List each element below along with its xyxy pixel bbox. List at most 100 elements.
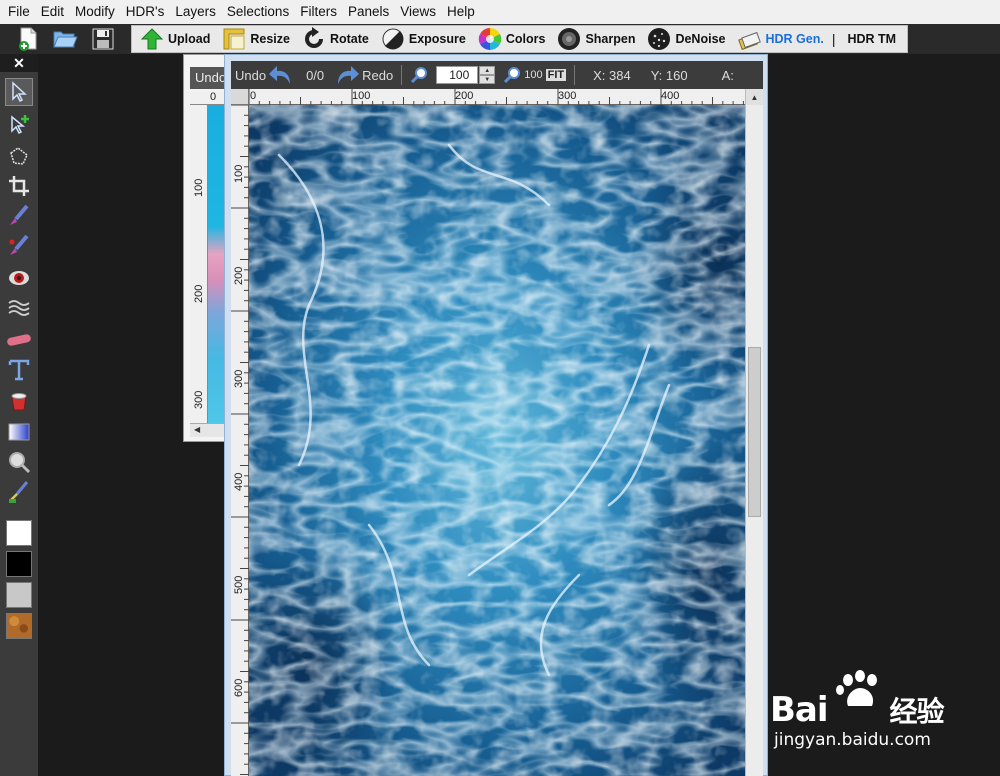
- zoom-tool[interactable]: [5, 448, 33, 476]
- scroll-left-icon[interactable]: ◀: [194, 425, 200, 434]
- tool-panel: ✕: [0, 54, 38, 776]
- gray-color-swatch[interactable]: [6, 582, 32, 608]
- select-tool[interactable]: [5, 78, 33, 106]
- color-brush-icon: [9, 234, 29, 255]
- text-tool[interactable]: [5, 356, 33, 384]
- upload-label: Upload: [168, 32, 211, 46]
- toolbar-separator: |: [831, 31, 836, 47]
- hdr-tm-label: HDR TM: [847, 32, 897, 46]
- hdr-gen-button[interactable]: HDR Gen.: [737, 26, 824, 52]
- upload-button[interactable]: Upload: [140, 26, 210, 52]
- zoom-down-icon[interactable]: ▼: [479, 75, 496, 84]
- hdr-tm-button[interactable]: HDR TM: [843, 26, 896, 52]
- eraser-tool[interactable]: [5, 326, 33, 354]
- eyedropper-tool[interactable]: [5, 478, 33, 506]
- close-icon: ✕: [13, 54, 25, 71]
- lasso-icon: [10, 147, 28, 165]
- pattern-swatch[interactable]: [6, 613, 32, 639]
- menu-file[interactable]: File: [4, 0, 37, 24]
- ruler-label: 400: [661, 90, 680, 102]
- zoom-out-icon[interactable]: [503, 66, 521, 84]
- crop-tool[interactable]: [5, 172, 33, 200]
- undo-button[interactable]: Undo: [235, 68, 266, 83]
- arrow-pointer-icon: [12, 81, 27, 103]
- save-file-button[interactable]: [89, 26, 117, 52]
- ruler-label: 300: [233, 369, 245, 388]
- denoise-icon: [648, 28, 671, 50]
- text-t-icon: [8, 359, 30, 381]
- gradient-tool[interactable]: [5, 418, 33, 446]
- image-window[interactable]: Undo 0/0 Redo ▲ ▼ 100 FIT X: 384 Y: 160 …: [224, 54, 768, 776]
- add-selection-tool[interactable]: [5, 110, 33, 138]
- exposure-icon: [382, 28, 404, 50]
- exposure-label: Exposure: [408, 32, 466, 46]
- menu-bar: File Edit Modify HDR's Layers Selections…: [0, 0, 1000, 24]
- new-file-icon: [19, 27, 37, 51]
- menu-panels[interactable]: Panels: [344, 0, 396, 24]
- floppy-save-icon: [92, 28, 114, 50]
- foreground-color-swatch[interactable]: [6, 520, 32, 546]
- resize-label: Resize: [250, 32, 290, 46]
- action-toolbar: Upload Resize Rotate Exposure Colors Sha…: [131, 25, 908, 53]
- ruler-label: 0: [210, 91, 217, 103]
- sharpen-button[interactable]: Sharpen: [557, 26, 635, 52]
- menu-modify[interactable]: Modify: [71, 0, 122, 24]
- eraser-icon: [7, 334, 31, 346]
- zoom-100-button[interactable]: 100: [524, 69, 542, 81]
- background-color-swatch[interactable]: [6, 551, 32, 577]
- red-eye-tool[interactable]: [5, 264, 33, 292]
- new-file-button[interactable]: [14, 26, 42, 52]
- scroll-up-icon[interactable]: ▲: [746, 89, 763, 105]
- menu-views[interactable]: Views: [396, 0, 443, 24]
- menu-edit[interactable]: Edit: [37, 0, 71, 24]
- undo-arrow-icon[interactable]: [268, 64, 294, 86]
- ruler-label: 600: [233, 678, 245, 697]
- menu-selections[interactable]: Selections: [223, 0, 296, 24]
- menu-hdrs[interactable]: HDR's: [122, 0, 172, 24]
- canvas-area: 0 100 200 300 400 100 200 300 400 500 60…: [231, 89, 763, 776]
- brush-tool[interactable]: [5, 202, 33, 230]
- zoom-up-icon[interactable]: ▲: [479, 66, 496, 75]
- sharpen-icon: [558, 28, 581, 50]
- close-panel-button[interactable]: ✕: [0, 54, 38, 72]
- sharpen-label: Sharpen: [585, 32, 636, 46]
- eyedropper-icon: [9, 481, 29, 503]
- gradient-icon: [8, 423, 30, 441]
- denoise-button[interactable]: DeNoise: [647, 26, 725, 52]
- main-toolbar: Upload Resize Rotate Exposure Colors Sha…: [0, 24, 1000, 54]
- menu-layers[interactable]: Layers: [171, 0, 223, 24]
- paint-bucket-tool[interactable]: [5, 386, 33, 414]
- toolbar-divider: [401, 65, 403, 85]
- open-file-button[interactable]: [51, 26, 79, 52]
- zoom-stepper[interactable]: ▲ ▼: [479, 66, 496, 84]
- menu-help[interactable]: Help: [443, 0, 482, 24]
- zoom-fit-button[interactable]: FIT: [545, 69, 567, 81]
- resize-button[interactable]: Resize: [222, 26, 290, 52]
- redo-button[interactable]: Redo: [362, 68, 393, 83]
- watermark-logo-text: Bai 经验: [770, 690, 945, 730]
- zoom-in-icon[interactable]: [410, 66, 428, 84]
- color-brush-tool[interactable]: [5, 232, 33, 260]
- scroll-thumb[interactable]: [748, 347, 761, 517]
- exposure-button[interactable]: Exposure: [381, 26, 466, 52]
- ruler-label: 300: [558, 90, 577, 102]
- smudge-tool[interactable]: [5, 294, 33, 322]
- ruler-label: 200: [455, 90, 474, 102]
- rotate-button[interactable]: Rotate: [302, 26, 369, 52]
- lasso-tool[interactable]: [5, 142, 33, 170]
- ruler-label: 200: [193, 284, 205, 303]
- vertical-scrollbar[interactable]: ▲: [745, 89, 763, 776]
- ruler-label: 400: [233, 472, 245, 491]
- redo-arrow-icon[interactable]: [336, 64, 360, 86]
- rotate-icon: [304, 27, 323, 48]
- eye-icon: [9, 271, 29, 285]
- rotate-label: Rotate: [329, 32, 369, 46]
- menu-filters[interactable]: Filters: [296, 0, 344, 24]
- colors-button[interactable]: Colors: [478, 26, 546, 52]
- colors-label: Colors: [505, 32, 546, 46]
- crop-icon: [9, 176, 29, 196]
- cursor-y-readout: Y: 160: [650, 67, 688, 83]
- zoom-input[interactable]: [436, 66, 479, 84]
- paintbrush-icon: [10, 204, 29, 225]
- hdr-gen-icon: [738, 31, 762, 51]
